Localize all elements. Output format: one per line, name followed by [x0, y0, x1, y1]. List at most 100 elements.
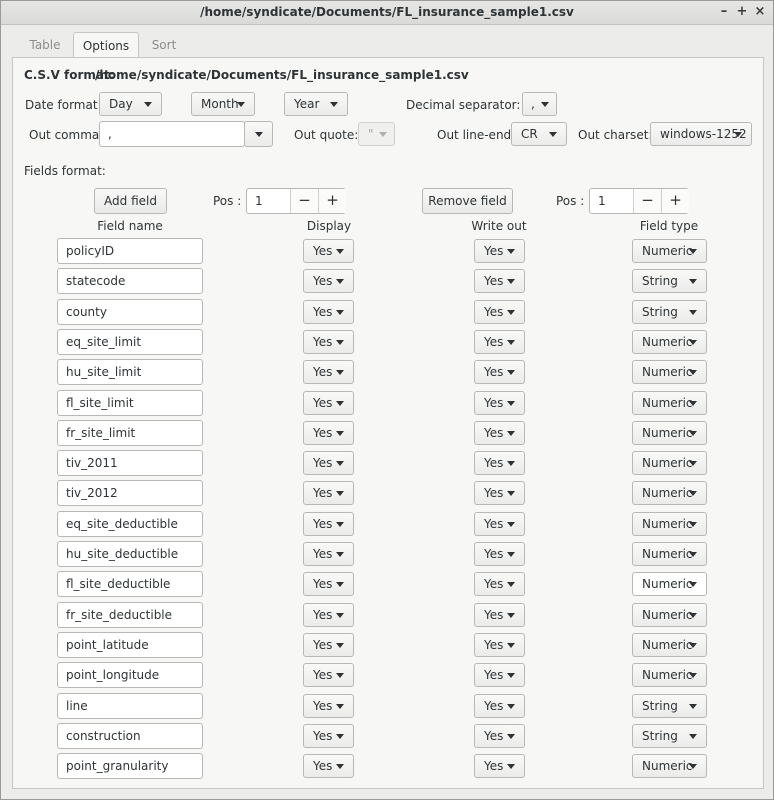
date-part-2-dropdown[interactable]: Month [191, 92, 255, 116]
field-type-dropdown[interactable]: Numeric [632, 481, 707, 505]
out-quote-dropdown[interactable]: " [358, 122, 395, 146]
field-type-dropdown[interactable]: String [632, 300, 707, 324]
remove-field-pos-increment-button[interactable]: + [661, 189, 689, 213]
field-type-dropdown[interactable]: Numeric [632, 603, 707, 627]
field-display-dropdown[interactable]: Yes [303, 391, 354, 415]
field-display-dropdown[interactable]: Yes [303, 330, 354, 354]
field-name-input[interactable]: construction [57, 723, 203, 749]
out-comma-input[interactable]: , [99, 121, 245, 147]
field-type-dropdown[interactable]: Numeric [632, 512, 707, 536]
field-display-dropdown[interactable]: Yes [303, 421, 354, 445]
field-display-dropdown[interactable]: Yes [303, 481, 354, 505]
field-write-out-dropdown[interactable]: Yes [474, 603, 525, 627]
field-write-out-dropdown[interactable]: Yes [474, 451, 525, 475]
field-name-input[interactable]: line [57, 693, 203, 719]
field-write-out-dropdown[interactable]: Yes [474, 694, 525, 718]
decimal-separator-dropdown[interactable]: , [522, 92, 557, 116]
field-write-out-dropdown[interactable]: Yes [474, 269, 525, 293]
date-part-3-dropdown[interactable]: Year [284, 92, 348, 116]
field-write-out-dropdown[interactable]: Yes [474, 330, 525, 354]
field-write-out-dropdown[interactable]: Yes [474, 481, 525, 505]
remove-field-pos-decrement-button[interactable]: − [633, 189, 661, 213]
field-type-dropdown[interactable]: String [632, 724, 707, 748]
field-name-input[interactable]: eq_site_deductible [57, 511, 203, 537]
field-display-dropdown[interactable]: Yes [303, 694, 354, 718]
field-type-dropdown[interactable]: Numeric [632, 572, 707, 596]
field-display-dropdown[interactable]: Yes [303, 300, 354, 324]
add-field-button[interactable]: Add field [94, 188, 167, 214]
add-field-pos-increment-button[interactable]: + [318, 189, 346, 213]
field-type-dropdown[interactable]: Numeric [632, 391, 707, 415]
tab-options[interactable]: Options [73, 32, 139, 58]
tab-sort[interactable]: Sort [139, 32, 189, 58]
field-type-dropdown[interactable]: Numeric [632, 421, 707, 445]
field-write-out-dropdown[interactable]: Yes [474, 300, 525, 324]
field-name-input[interactable]: tiv_2012 [57, 480, 203, 506]
out-line-end-dropdown[interactable]: CR [511, 122, 567, 146]
field-type-dropdown[interactable]: Numeric [632, 633, 707, 657]
field-write-out-dropdown[interactable]: Yes [474, 360, 525, 384]
field-name-input[interactable]: fr_site_limit [57, 420, 203, 446]
remove-field-button[interactable]: Remove field [422, 188, 513, 214]
field-display-dropdown[interactable]: Yes [303, 633, 354, 657]
field-type-dropdown[interactable]: Numeric [632, 663, 707, 687]
field-write-out-dropdown[interactable]: Yes [474, 572, 525, 596]
field-display-dropdown[interactable]: Yes [303, 542, 354, 566]
decimal-separator-value: , [531, 97, 535, 111]
maximize-button[interactable]: + [733, 3, 751, 21]
close-button[interactable]: × [751, 3, 769, 21]
field-name-input[interactable]: hu_site_limit [57, 359, 203, 385]
field-write-out-dropdown[interactable]: Yes [474, 239, 525, 263]
field-write-out-dropdown[interactable]: Yes [474, 663, 525, 687]
field-type-dropdown[interactable]: Numeric [632, 451, 707, 475]
field-name-input[interactable]: fr_site_deductible [57, 602, 203, 628]
date-part-1-dropdown[interactable]: Day [99, 92, 162, 116]
field-display-dropdown[interactable]: Yes [303, 269, 354, 293]
field-display-dropdown[interactable]: Yes [303, 360, 354, 384]
field-type-dropdown[interactable]: Numeric [632, 330, 707, 354]
field-write-out-dropdown[interactable]: Yes [474, 754, 525, 778]
field-display-dropdown[interactable]: Yes [303, 603, 354, 627]
field-name-input[interactable]: point_longitude [57, 662, 203, 688]
field-type-dropdown[interactable]: String [632, 269, 707, 293]
field-name-input[interactable]: fl_site_limit [57, 390, 203, 416]
field-display-dropdown[interactable]: Yes [303, 572, 354, 596]
field-name-input[interactable]: statecode [57, 268, 203, 294]
field-type-dropdown[interactable]: Numeric [632, 239, 707, 263]
field-name-input[interactable]: fl_site_deductible [57, 571, 203, 597]
add-field-pos-value: 1 [255, 194, 263, 208]
field-name-input[interactable]: point_latitude [57, 632, 203, 658]
field-display-dropdown[interactable]: Yes [303, 724, 354, 748]
out-comma-dropdown-button[interactable] [244, 121, 273, 147]
field-name-value: hu_site_limit [66, 365, 142, 379]
field-type-dropdown[interactable]: Numeric [632, 542, 707, 566]
field-type-dropdown[interactable]: Numeric [632, 754, 707, 778]
field-name-input[interactable]: tiv_2011 [57, 450, 203, 476]
field-name-input[interactable]: eq_site_limit [57, 329, 203, 355]
field-type-dropdown[interactable]: String [632, 694, 707, 718]
field-display-dropdown[interactable]: Yes [303, 239, 354, 263]
field-display-dropdown[interactable]: Yes [303, 754, 354, 778]
field-write-out-dropdown[interactable]: Yes [474, 512, 525, 536]
out-charset-dropdown[interactable]: windows-1252 [650, 122, 752, 146]
add-field-pos-spinner[interactable]: 1 − + [246, 188, 346, 214]
minimize-button[interactable]: – [715, 3, 733, 21]
field-display-dropdown[interactable]: Yes [303, 663, 354, 687]
field-write-out-dropdown[interactable]: Yes [474, 633, 525, 657]
field-display-dropdown[interactable]: Yes [303, 512, 354, 536]
field-display-value: Yes [313, 608, 333, 622]
field-display-dropdown[interactable]: Yes [303, 451, 354, 475]
field-write-out-dropdown[interactable]: Yes [474, 391, 525, 415]
chevron-down-icon [507, 401, 515, 406]
field-name-input[interactable]: hu_site_deductible [57, 541, 203, 567]
field-type-dropdown[interactable]: Numeric [632, 360, 707, 384]
field-name-input[interactable]: policyID [57, 238, 203, 264]
field-write-out-dropdown[interactable]: Yes [474, 421, 525, 445]
field-name-input[interactable]: county [57, 299, 203, 325]
remove-field-pos-spinner[interactable]: 1 − + [589, 188, 689, 214]
field-write-out-dropdown[interactable]: Yes [474, 724, 525, 748]
add-field-pos-decrement-button[interactable]: − [290, 189, 318, 213]
field-name-input[interactable]: point_granularity [57, 753, 203, 779]
tab-table[interactable]: Table [17, 32, 73, 58]
field-write-out-dropdown[interactable]: Yes [474, 542, 525, 566]
